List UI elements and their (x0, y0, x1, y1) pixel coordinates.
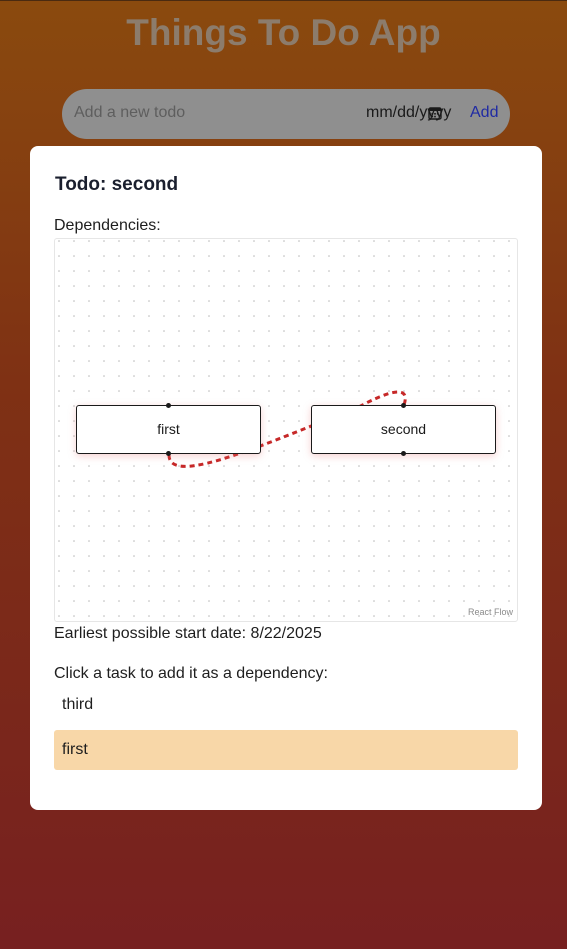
node-target-handle[interactable] (401, 403, 406, 408)
task-option-third[interactable]: third (54, 685, 518, 725)
task-option-first[interactable]: first (54, 730, 518, 770)
add-dependency-instruction: Click a task to add it as a dependency: (54, 665, 328, 682)
graph-node-second[interactable]: second (311, 403, 496, 456)
dependency-graph[interactable]: first second React Flow (54, 238, 518, 622)
graph-node-first[interactable]: first (76, 403, 261, 456)
calendar-icon[interactable] (428, 106, 442, 120)
node-source-handle[interactable] (401, 451, 406, 456)
modal-title: Todo: second (55, 174, 179, 195)
app-title: Things To Do App (126, 12, 441, 53)
add-todo-form: Add a new todo mm/dd/yyyy Add (62, 89, 510, 139)
window-top-border (0, 0, 567, 1)
new-todo-input[interactable]: Add a new todo (74, 104, 185, 122)
node-source-handle[interactable] (166, 451, 171, 456)
dependencies-label: Dependencies: (54, 217, 161, 234)
earliest-start-date: Earliest possible start date: 8/22/2025 (54, 625, 322, 642)
todo-detail-modal: Todo: second Dependencies: first second … (30, 146, 542, 810)
add-todo-button[interactable]: Add (470, 104, 498, 122)
react-flow-attribution[interactable]: React Flow (468, 607, 513, 617)
graph-node-label: second (380, 421, 427, 437)
node-target-handle[interactable] (166, 403, 171, 408)
graph-node-label: first (157, 421, 180, 437)
